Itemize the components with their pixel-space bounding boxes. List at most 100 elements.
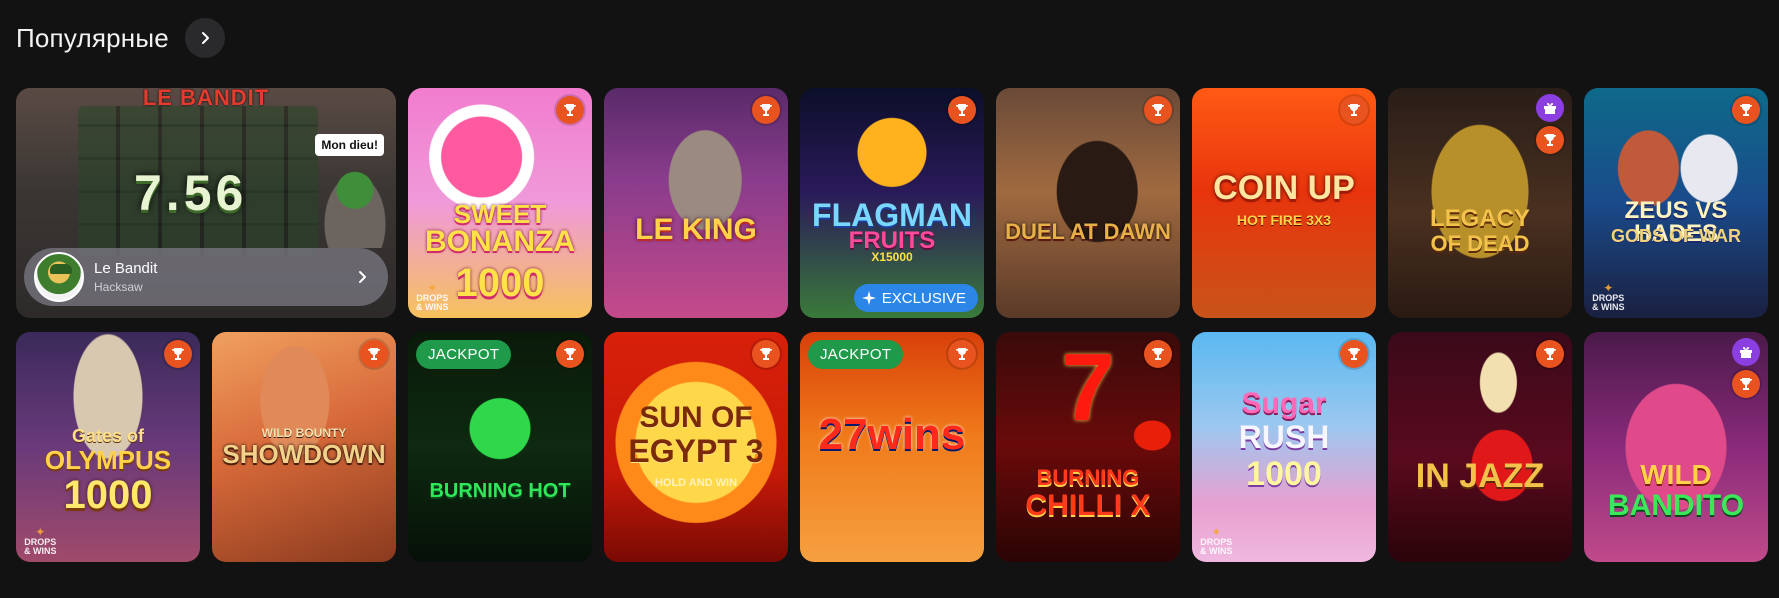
game-logo-line1: SWEET [453, 199, 547, 229]
trophy-badge [1340, 340, 1368, 368]
featured-multiplier: 7.56 [134, 165, 248, 221]
game-logo-line1: COIN UP [1213, 169, 1355, 207]
chevron-right-icon [201, 32, 209, 44]
game-logo-line2: OLYMPUS [44, 445, 172, 475]
trophy-icon [368, 348, 380, 360]
game-logo-line1: WILD [1640, 459, 1712, 490]
chevron-right-icon [359, 271, 366, 283]
trophy-icon [760, 104, 772, 116]
exclusive-badge: EXCLUSIVE [853, 284, 978, 312]
game-logo-line3: CHILLI X [1025, 489, 1151, 522]
trophy-badge [948, 340, 976, 368]
game-logo-line2: EGYPT 3 [628, 433, 764, 469]
trophy-icon [1544, 134, 1556, 146]
trophy-badge [1536, 126, 1564, 154]
game-tile-sweet-bonanza-1000[interactable]: SWEET BONANZA 1000 ✦ DROPS & WINS [408, 88, 592, 318]
game-tile-flagman-fruits[interactable]: FLAGMAN FRUITS X15000 EXCLUSIVE [800, 88, 984, 318]
game-logo-line1: LE KING [635, 213, 757, 246]
game-logo-line1: LEGACY [1429, 205, 1530, 232]
game-art [1584, 332, 1768, 562]
game-logo-line2: GODS OF WAR [1611, 226, 1741, 246]
game-logo-line1: Sugar [1241, 387, 1327, 420]
game-tile-wild-bounty-showdown[interactable]: WILD BOUNTY SHOWDOWN [212, 332, 396, 562]
game-logo-line2: HOT FIRE 3X3 [1236, 212, 1332, 228]
gift-icon [1740, 347, 1752, 358]
drops-wins-badge: ✦ DROPS & WINS [24, 525, 57, 556]
game-logo-line1: BURNING HOT [429, 480, 571, 502]
trophy-badge [1732, 370, 1760, 398]
game-tile-wild-bandito[interactable]: WILD BANDITO [1584, 332, 1768, 562]
trophy-icon [956, 104, 968, 116]
drops-wins-badge: ✦ DROPS & WINS [1200, 525, 1233, 556]
trophy-badge [556, 96, 584, 124]
game-tile-27-wins[interactable]: 27wins JACKPOT [800, 332, 984, 562]
game-art [1388, 88, 1572, 318]
trophy-icon [760, 348, 772, 360]
gift-badge [1536, 94, 1564, 122]
trophy-icon [564, 104, 576, 116]
trophy-badge [1732, 96, 1760, 124]
featured-game-name: Le Bandit [94, 260, 158, 277]
game-tile-gates-of-olympus-1000[interactable]: Gates of OLYMPUS 1000 ✦ DROPS & WINS [16, 332, 200, 562]
game-logo-line1: SUN OF [639, 401, 753, 434]
game-tile-le-bandit[interactable]: LE BANDIT 7.56 Mon dieu! Le Bandit Hacks… [16, 88, 396, 318]
section-header: Популярные [16, 18, 225, 58]
game-logo-line3: X15000 [871, 250, 913, 264]
game-logo-line1: IN JAZZ [1415, 457, 1545, 495]
jackpot-badge: JACKPOT [416, 340, 512, 369]
featured-provider: Hacksaw [94, 280, 143, 294]
trophy-badge [360, 340, 388, 368]
game-tile-coin-up-hot-fire[interactable]: COIN UP HOT FIRE 3X3 [1192, 88, 1376, 318]
game-logo-line1: WILD BOUNTY [261, 426, 347, 440]
trophy-icon [1544, 348, 1556, 360]
gift-badge [1732, 338, 1760, 366]
game-logo-line1: DUEL AT DAWN [1005, 219, 1171, 244]
trophy-badge [948, 96, 976, 124]
drops-wins-badge: ✦ DROPS & WINS [416, 281, 449, 312]
trophy-icon [1740, 104, 1752, 116]
game-tile-duel-at-dawn[interactable]: DUEL AT DAWN [996, 88, 1180, 318]
trophy-icon [172, 348, 184, 360]
trophy-badge [1536, 340, 1564, 368]
game-tile-burning-hot[interactable]: BURNING HOT JACKPOT [408, 332, 592, 562]
featured-open-button[interactable] [346, 261, 378, 293]
trophy-badge [556, 340, 584, 368]
game-logo-line2: RUSH [1238, 419, 1330, 455]
trophy-badge [1144, 96, 1172, 124]
section-title: Популярные [16, 22, 169, 53]
game-logo-line3: 1000 [1246, 455, 1322, 493]
trophy-badge [1340, 96, 1368, 124]
trophy-icon [1348, 348, 1360, 360]
trophy-badge [752, 340, 780, 368]
trophy-icon [1740, 378, 1752, 390]
trophy-badge [164, 340, 192, 368]
trophy-icon [1152, 104, 1164, 116]
trophy-icon [564, 348, 576, 360]
gift-icon [1544, 103, 1556, 114]
featured-info-bar[interactable]: Le Bandit Hacksaw [24, 248, 388, 306]
game-tile-sun-of-egypt-3[interactable]: SUN OF EGYPT 3 HOLD AND WIN [604, 332, 788, 562]
exclusive-label: EXCLUSIVE [881, 289, 966, 307]
game-logo-line3: HOLD AND WIN [654, 477, 738, 489]
game-tile-le-king[interactable]: LE KING [604, 88, 788, 318]
speech-bubble: Mon dieu! [315, 134, 384, 156]
game-logo-line2: BURNING [1036, 465, 1140, 490]
game-logo-line3: 1000 [63, 473, 153, 517]
game-tile-burning-chilli-x[interactable]: 7 BURNING CHILLI X [996, 332, 1180, 562]
trophy-icon [1152, 348, 1164, 360]
trophy-badge [752, 96, 780, 124]
game-tile-legacy-of-dead[interactable]: LEGACY OF DEAD [1388, 88, 1572, 318]
game-tile-in-jazz[interactable]: IN JAZZ [1388, 332, 1572, 562]
game-avatar [34, 252, 84, 302]
drops-wins-badge: ✦ DROPS & WINS [1592, 281, 1625, 312]
raccoon-character [320, 168, 390, 248]
game-tile-zeus-vs-hades[interactable]: ZEUS VS HADES GODS OF WAR ✦ DROPS & WINS [1584, 88, 1768, 318]
game-logo-line1: Gates of [71, 426, 145, 446]
trophy-icon [1348, 104, 1360, 116]
trophy-icon [956, 348, 968, 360]
section-more-button[interactable] [184, 18, 225, 58]
game-tile-sugar-rush-1000[interactable]: Sugar RUSH 1000 ✦ DROPS & WINS [1192, 332, 1376, 562]
jackpot-badge: JACKPOT [808, 340, 904, 369]
game-logo-line1: 27wins [818, 410, 966, 459]
game-logo-line2: BONANZA [425, 225, 575, 258]
